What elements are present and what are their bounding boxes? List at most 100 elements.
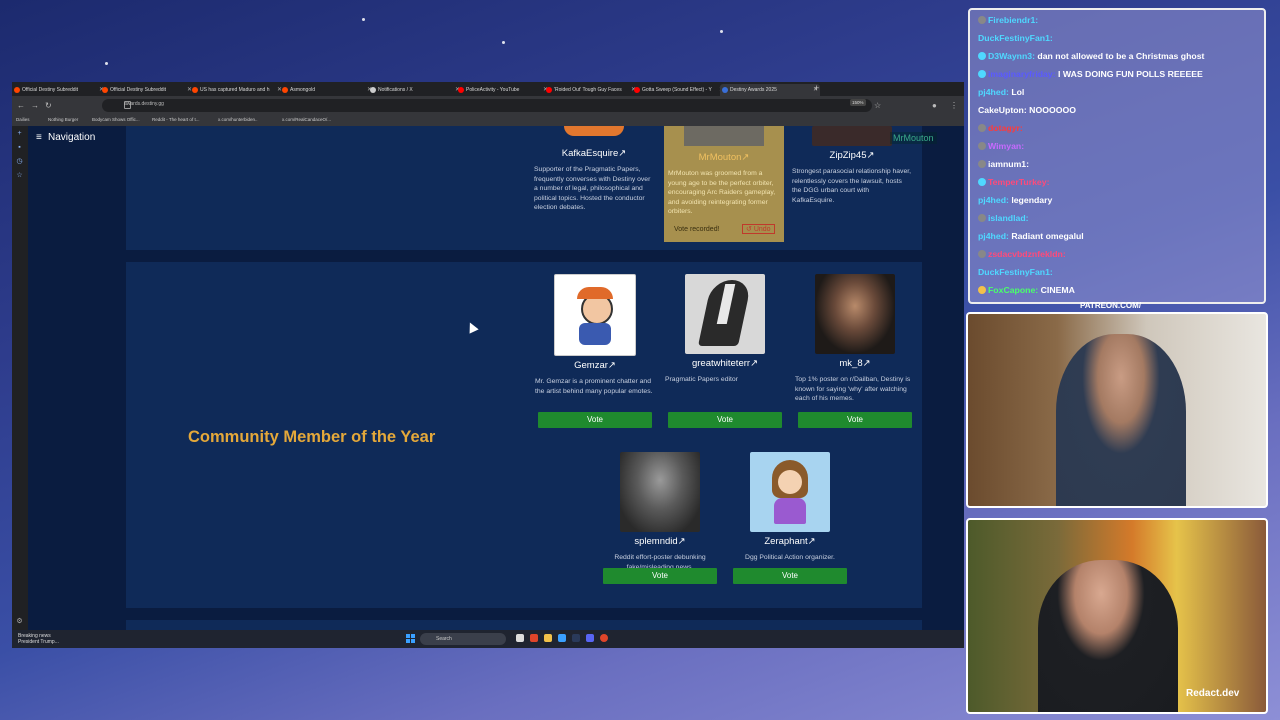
cartoon-dress: [774, 498, 806, 524]
browser-tab[interactable]: Official Destiny Subreddit✕: [12, 84, 106, 96]
nominee-name[interactable]: Zeraphant↗: [728, 536, 852, 547]
nominee-name[interactable]: splemndid↗: [598, 536, 722, 547]
tab-bar: Official Destiny Subreddit✕ Official Des…: [12, 82, 964, 96]
chat-message: pj4hed: Lol: [978, 87, 1025, 97]
browser-tab[interactable]: Official Destiny Subreddit✕: [100, 84, 194, 96]
chat-message: Firebiendr1:: [978, 15, 1038, 25]
badge-icon: [978, 286, 986, 294]
forward-icon[interactable]: →: [31, 101, 39, 110]
navigation-label: Navigation: [48, 132, 96, 143]
menu-icon[interactable]: ⋮: [950, 101, 958, 110]
star-icon[interactable]: ☆: [874, 101, 881, 110]
reload-icon[interactable]: ↻: [45, 101, 52, 110]
chat-message: islandlad:: [978, 213, 1029, 223]
history-icon[interactable]: ◷: [16, 158, 23, 165]
nominee-avatar[interactable]: [750, 452, 830, 532]
favorites-icon[interactable]: ☆: [16, 172, 23, 179]
webcam-bottom: [966, 518, 1268, 714]
youtube-icon: [546, 87, 552, 93]
badge-icon: [978, 52, 986, 60]
nominee-name[interactable]: greatwhiteterr↗: [663, 358, 787, 369]
nominee-name[interactable]: mk_8↗: [793, 358, 917, 369]
browser-icon[interactable]: [530, 634, 538, 642]
streamer-figure: [1038, 560, 1178, 712]
task-view-icon[interactable]: [516, 634, 524, 642]
cartoon-face: [778, 470, 802, 494]
browser-tab[interactable]: US has captured Maduro and h ✕: [190, 84, 284, 96]
badge-icon: [978, 16, 986, 24]
browser-tab[interactable]: 'Roided Out' Tough Guy Faces✕: [544, 84, 638, 96]
chat-message: iamnum1:: [978, 159, 1029, 169]
star: [502, 41, 505, 44]
chat-message: CakeUpton: NOOOOOO: [978, 105, 1076, 115]
nominee-avatar[interactable]: [620, 452, 700, 532]
badge-icon: [978, 70, 986, 78]
taskbar: Breaking news President Trump... Search: [12, 630, 964, 648]
steam-icon[interactable]: [572, 634, 580, 642]
star: [105, 62, 108, 65]
reddit-icon: [192, 87, 198, 93]
nominee-name[interactable]: ZipZip45↗: [790, 150, 914, 161]
cartoon-body: [579, 323, 611, 345]
nominee-card: Gemzar↗ Mr. Gemzar is a prominent chatte…: [533, 274, 657, 396]
browser-tab[interactable]: Asmongold✕: [280, 84, 374, 96]
folder-icon[interactable]: [544, 634, 552, 642]
floating-username: MrMouton: [890, 132, 937, 144]
nominee-name[interactable]: Gemzar↗: [533, 360, 657, 371]
chrome-icon[interactable]: [600, 634, 608, 642]
vote-button[interactable]: Vote: [668, 412, 782, 428]
chat-message: DuckFestinyFan1:: [978, 267, 1053, 277]
discord-icon[interactable]: [586, 634, 594, 642]
awards-page: ≡ Navigation KafkaEsquire↗ Supporter of t…: [28, 126, 964, 636]
bag-icon[interactable]: ▪: [16, 144, 23, 151]
external-link-icon: ↗: [862, 358, 871, 369]
taskbar-search[interactable]: Search: [420, 633, 506, 645]
bookmark[interactable]: Bodycam Shows Offic...: [92, 117, 140, 122]
reddit-icon: [102, 87, 108, 93]
bookmark[interactable]: x.com/RealCandaceO/...: [282, 117, 331, 122]
browser-tab[interactable]: Notifications / X✕: [368, 84, 462, 96]
star: [362, 18, 365, 21]
nominee-avatar[interactable]: [815, 274, 895, 354]
nominee-avatar: [564, 126, 624, 136]
browser-tab[interactable]: PoliceActivity - YouTube✕: [456, 84, 550, 96]
watermark: Redact.dev: [1186, 688, 1240, 699]
browser-tab[interactable]: Gotta Sweep (Sound Effect) - Y✕: [632, 84, 726, 96]
extension-icon[interactable]: ●: [932, 101, 937, 110]
nominee-name[interactable]: KafkaEsquire↗: [532, 148, 656, 159]
bookmark[interactable]: Nothing Burger: [48, 117, 78, 122]
vote-button[interactable]: Vote: [798, 412, 912, 428]
nominee-name[interactable]: MrMouton↗: [664, 152, 784, 163]
back-icon[interactable]: ←: [17, 101, 25, 110]
app-icon[interactable]: [558, 634, 566, 642]
tab-label: 'Roided Out' Tough Guy Faces: [554, 87, 622, 93]
bookmark[interactable]: x.com/hunterbiden..: [218, 117, 258, 122]
bookmark[interactable]: Reddit - The heart of t...: [152, 117, 199, 122]
nominee-card: Zeraphant↗ Dgg Political Action organize…: [728, 452, 852, 563]
x-icon: [370, 87, 376, 93]
nominee-description: Strongest parasocial relationship haver,…: [792, 168, 912, 204]
nominee-description: MrMouton was groomed from a young age to…: [668, 170, 776, 216]
settings-icon[interactable]: ⚙: [16, 618, 23, 625]
url-field[interactable]: awards.destiny.gg: [102, 99, 872, 112]
news-widget[interactable]: Breaking news President Trump...: [18, 633, 59, 645]
nominee-avatar[interactable]: [554, 274, 636, 356]
vote-button[interactable]: Vote: [733, 568, 847, 584]
add-icon[interactable]: +: [16, 130, 23, 137]
browser-tab-active[interactable]: Destiny Awards 2025 ✕: [720, 84, 820, 96]
vote-button[interactable]: Vote: [538, 412, 652, 428]
start-icon[interactable]: [406, 634, 415, 643]
vote-button[interactable]: Vote: [603, 568, 717, 584]
zoom-badge[interactable]: 150%: [850, 99, 866, 106]
site-icon: [722, 87, 728, 93]
chat-message: FoxCapone: CINEMA: [978, 285, 1075, 295]
undo-button[interactable]: ↺ Undo: [742, 224, 775, 234]
category-title: Community Member of the Year: [188, 428, 436, 446]
navigation-button[interactable]: ≡ Navigation: [36, 132, 95, 143]
nominee-avatar[interactable]: [685, 274, 765, 354]
category-panel-community-member: Community Member of the Year Gemzar↗ Mr.…: [126, 262, 922, 608]
new-tab-icon[interactable]: +: [814, 83, 819, 93]
bookmark[interactable]: Dailies: [16, 117, 30, 122]
category-panel-previous: KafkaEsquire↗ Supporter of the Pragmatic…: [126, 126, 922, 250]
badge-icon: [978, 178, 986, 186]
